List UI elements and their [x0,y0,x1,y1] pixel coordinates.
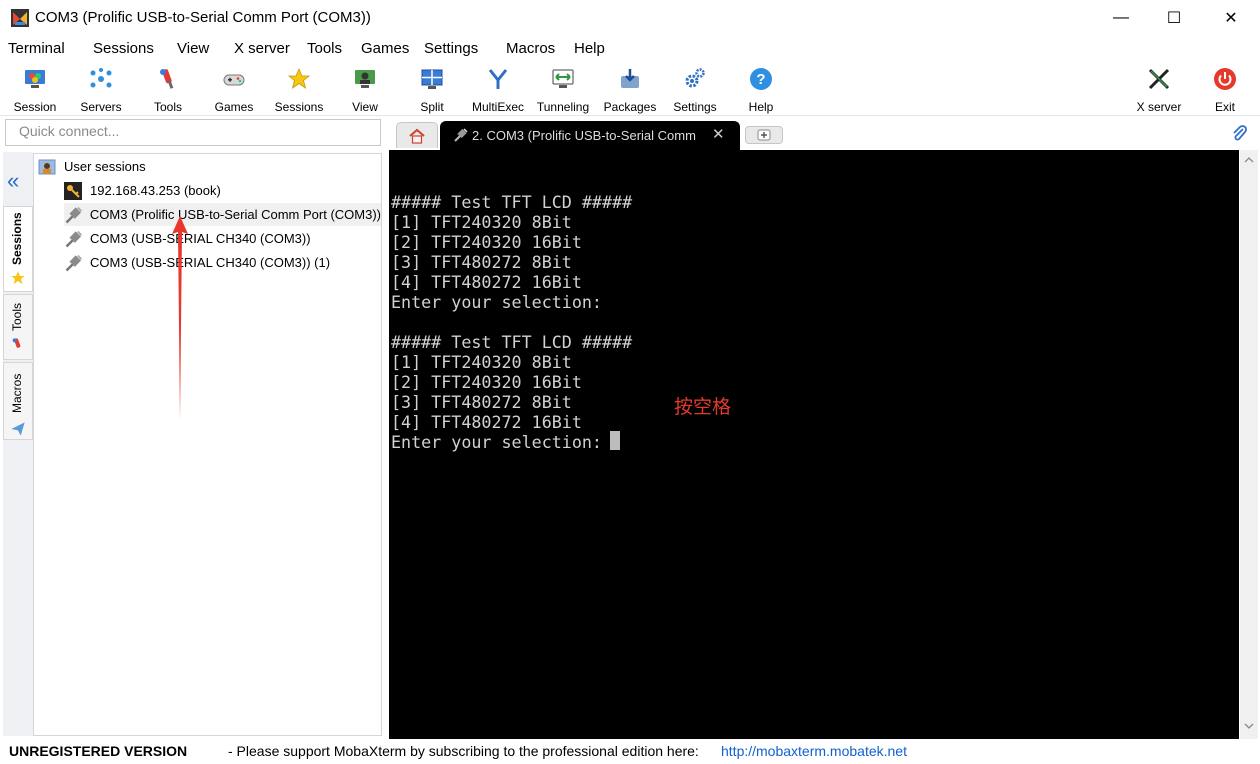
multiexec-button[interactable]: MultiExec [465,64,531,114]
sessions-button[interactable]: Sessions [266,64,332,114]
menu-settings[interactable]: Settings [424,40,478,57]
terminal-line: [1] TFT240320 8Bit [391,352,572,372]
exit-button[interactable]: Exit [1192,64,1258,114]
menu-tools[interactable]: Tools [307,40,342,57]
paper-plane-icon [11,422,25,436]
star-icon [11,271,25,284]
close-button[interactable]: ✕ [1208,0,1254,36]
side-tab-tools[interactable]: Tools [3,294,33,360]
status-bar: UNREGISTERED VERSION - Please support Mo… [0,740,1260,764]
tab-com3[interactable]: 2. COM3 (Prolific USB-to-Serial Comm Por… [440,121,740,150]
terminal-line: [3] TFT480272 8Bit [391,392,572,412]
unregistered-label: UNREGISTERED VERSION [9,743,188,759]
menu-terminal[interactable]: Terminal [8,40,65,57]
view-icon [352,66,378,91]
tree-root-user-sessions[interactable]: User sessions [38,155,146,178]
games-button[interactable]: Games [201,64,267,114]
scroll-down-icon[interactable] [1244,722,1254,730]
terminal-line: Enter your selection: [391,292,602,312]
svg-text:?: ? [756,71,765,88]
terminal-line: ##### Test TFT LCD ##### [391,192,633,212]
power-icon [1212,66,1238,91]
session-item[interactable]: 192.168.43.253 (book) [64,179,221,202]
terminal-output[interactable]: ##### Test TFT LCD ##### [1] TFT240320 8… [389,150,1239,739]
terminal-line: [1] TFT240320 8Bit [391,212,572,232]
menu-games[interactable]: Games [361,40,409,57]
mobaxterm-link[interactable]: http://mobaxterm.mobatek.net [721,743,907,759]
terminal-cursor [610,431,620,450]
collapse-sidebar-icon[interactable]: « [7,168,19,194]
side-tab-macros[interactable]: Macros [3,362,33,440]
title-bar: COM3 (Prolific USB-to-Serial Comm Port (… [0,0,1260,36]
tools-icon [12,338,21,348]
toolbar: Session Servers Tools Games Sessions Vie… [0,62,1260,116]
terminal-line: [2] TFT240320 16Bit [391,372,582,392]
tools-icon [155,66,181,91]
packages-button[interactable]: Packages [597,64,663,114]
gears-icon [682,66,708,91]
session-button[interactable]: Session [2,64,68,114]
games-icon [221,66,247,91]
serial-plug-icon [65,254,83,271]
sessions-tree: User sessions 192.168.43.253 (book) COM3… [33,153,382,736]
menu-sessions[interactable]: Sessions [93,40,154,57]
close-icon: ✕ [1224,10,1238,27]
terminal-line: ##### Test TFT LCD ##### [391,332,633,352]
view-button[interactable]: View [332,64,398,114]
red-arrow-annotation [172,216,188,420]
x-server-icon [1146,66,1172,91]
status-message: - Please support MobaXterm by subscribin… [228,743,699,759]
x-server-button[interactable]: X server [1126,64,1192,114]
servers-icon [88,66,114,91]
menu-x-server[interactable]: X server [234,40,290,57]
help-button[interactable]: ? Help [728,64,794,114]
annotation-text: 按空格 [674,397,732,418]
home-tab[interactable] [396,122,438,148]
user-folder-icon [38,159,56,174]
session-item-selected[interactable]: COM3 (Prolific USB-to-Serial Comm Port (… [64,203,381,226]
terminal-scrollbar[interactable] [1240,150,1258,739]
mobaxterm-logo-icon [11,9,29,27]
session-item[interactable]: COM3 (USB-SERIAL CH340 (COM3)) (1) [64,251,330,274]
terminal-line: [4] TFT480272 16Bit [391,272,582,292]
plus-icon [757,129,771,141]
serial-plug-icon [65,206,83,223]
minimize-button[interactable]: — [1098,0,1144,36]
menu-help[interactable]: Help [574,40,605,57]
window-title: COM3 (Prolific USB-to-Serial Comm Port (… [35,9,371,26]
terminal-line: [2] TFT240320 16Bit [391,232,582,252]
terminal-line: Enter your selection: [391,432,602,452]
side-tab-sessions[interactable]: Sessions [3,206,33,292]
new-tab-button[interactable] [745,126,783,144]
tab-close-icon[interactable]: ✕ [712,125,725,143]
serial-plug-icon [454,128,468,142]
multiexec-icon [485,66,511,91]
tunneling-icon [550,66,576,91]
menu-bar: Terminal Sessions View X server Tools Ga… [0,38,1260,62]
attachment-icon[interactable] [1230,124,1248,147]
session-icon [22,66,48,91]
tools-button[interactable]: Tools [135,64,201,114]
packages-icon [617,66,643,91]
servers-button[interactable]: Servers [68,64,134,114]
minimize-icon: — [1113,9,1129,26]
tunneling-button[interactable]: Tunneling [530,64,596,114]
scroll-up-icon[interactable] [1244,156,1254,164]
menu-view[interactable]: View [177,40,209,57]
quick-connect-input[interactable]: Quick connect... [5,119,381,146]
help-icon: ? [748,66,774,91]
split-icon [419,66,445,91]
settings-button[interactable]: Settings [662,64,728,114]
split-button[interactable]: Split [399,64,465,114]
maximize-button[interactable]: ☐ [1151,0,1197,36]
home-icon [409,128,425,144]
tab-label: 2. COM3 (Prolific USB-to-Serial Comm Por… [472,128,700,143]
menu-macros[interactable]: Macros [506,40,555,57]
serial-plug-icon [65,230,83,247]
terminal-line: [4] TFT480272 16Bit [391,412,582,432]
terminal-line: [3] TFT480272 8Bit [391,252,572,272]
maximize-icon: ☐ [1166,10,1182,27]
ssh-key-icon [64,181,82,200]
star-icon [286,66,312,91]
